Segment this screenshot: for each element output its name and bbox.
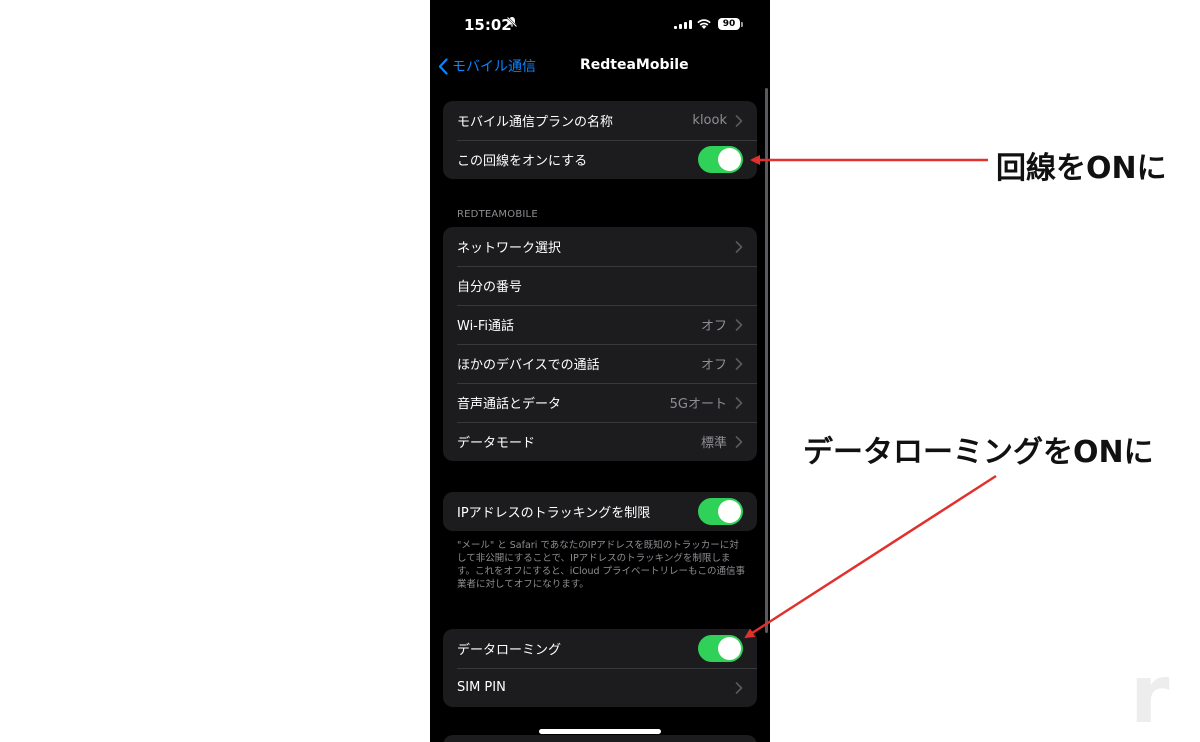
annotation-arrows: [744, 155, 997, 639]
arrow-to-roaming-toggle: [744, 474, 997, 639]
watermark-logo: r: [1130, 648, 1170, 741]
annotation-roaming-on: データローミングをONに: [803, 435, 1154, 470]
annotation-line-on: 回線をONに: [996, 151, 1167, 186]
